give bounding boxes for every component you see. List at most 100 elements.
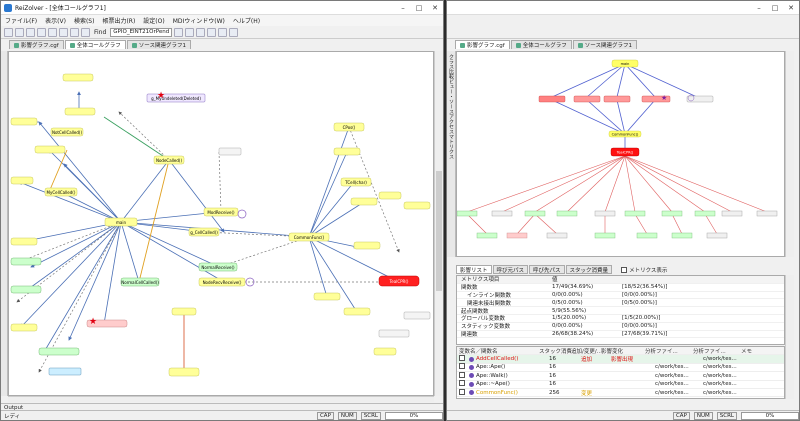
layout-icon[interactable] [229, 27, 239, 37]
scroll-thumb[interactable] [436, 171, 442, 291]
tab-impact-graph[interactable]: 影響グラフ.cgf [9, 40, 64, 49]
close-icon[interactable]: ✕ [427, 4, 443, 12]
function-icon [469, 381, 474, 387]
metrics-checkbox[interactable] [621, 266, 628, 273]
search-icon[interactable] [81, 27, 90, 37]
num-indicator: NUM [693, 411, 713, 420]
doc-tabs: 影響グラフ.cgf 全体コールグラフ ソース関連グラフ1 [1, 39, 443, 49]
row-checkbox[interactable] [459, 380, 465, 387]
table-row[interactable]: AddCellCalled() 16 追加 影響出現 c/work/tes... [457, 355, 784, 364]
open-icon[interactable] [15, 27, 24, 37]
window-title: ReiZolver - [全体コールグラフ1] [15, 5, 106, 12]
close-icon[interactable]: ✕ [783, 4, 799, 12]
node-nrecvmod: NodeRecvReceive() [203, 280, 242, 285]
row-checkbox[interactable] [459, 363, 465, 370]
impact-graph-canvas[interactable]: main CommonFunc() TealCPR() ★ [456, 51, 785, 257]
tab-stack-usage[interactable]: スタック消費量 [565, 265, 613, 274]
impact-graph-svg[interactable]: main CommonFunc() TealCPR() ★ [457, 52, 785, 257]
node-mycalled: MyCellCalled() [47, 190, 76, 195]
node-teal: TealCPR() [616, 151, 634, 155]
node-teal: TealCPR() [389, 279, 409, 284]
main-window: ReiZolver - [全体コールグラフ1] – □ ✕ ファイル(F) 表示… [0, 0, 444, 421]
tab-caller-path[interactable]: 呼び元パス [492, 265, 529, 274]
table-row[interactable]: Ape::~Ape() 16 c/work/tes... c/work/tes.… [457, 380, 784, 389]
scrl-indicator: SCRL [716, 411, 737, 420]
metrics-table: メトリクス項目 値 関数数 17/49(34.69%) [18/52(36.54%)… [456, 275, 785, 345]
menu-help[interactable]: ヘルプ(H) [233, 16, 260, 25]
vertical-scrollbar[interactable] [785, 275, 794, 399]
zoom-icon[interactable] [218, 27, 228, 37]
vertical-scrollbar[interactable] [785, 51, 794, 257]
maximize-icon[interactable]: □ [767, 4, 783, 12]
new-icon[interactable] [4, 27, 13, 37]
progress-indicator: 0% [385, 411, 443, 420]
highlight-icon[interactable] [207, 27, 217, 37]
app-icon [4, 3, 12, 12]
node-mover: ModReceive() [207, 210, 235, 215]
find-prev-icon[interactable] [185, 27, 195, 37]
tab-full-callgraph[interactable]: 全体コールグラフ [510, 40, 572, 49]
status-bar: レディ CAP NUM SCRL 0% [1, 410, 443, 420]
second-window: – □ ✕ 影響グラフ.cgf 全体コールグラフ ソース関連グラフ1 クラス比較… [446, 0, 800, 421]
font-icon[interactable] [196, 27, 206, 37]
node-tcell: TCell(char) [344, 180, 367, 185]
find-input[interactable]: GPIO_EINT21OrPend [110, 27, 173, 37]
side-panel-label[interactable]: クラス比較ビュー・ソースアクセスマトリクス [447, 51, 456, 257]
table-row[interactable]: CommonFunc() 256 変更 c/work/tes... c/work… [457, 388, 784, 398]
row-checkbox[interactable] [459, 371, 465, 378]
window-controls: – □ ✕ [751, 4, 799, 12]
horizontal-scrollbar[interactable] [8, 396, 434, 402]
save-icon[interactable] [26, 27, 35, 37]
node-common: CommonFunc() [294, 235, 325, 240]
menu-window[interactable]: MDIウィンドウ(W) [173, 16, 225, 25]
menu-view[interactable]: 表示(V) [45, 16, 66, 25]
call-graph-canvas[interactable]: main CommonFunc() TealCPR() NodeCalled()… [8, 51, 434, 396]
node-main: main [621, 62, 630, 66]
bottom-tabs: 影響リスト 呼び元パス 呼び先パス スタック消費量 メトリクス表示 [456, 265, 667, 274]
menu-bar [447, 15, 799, 26]
num-indicator: NUM [337, 411, 357, 420]
metrics-toggle[interactable]: メトリクス表示 [621, 266, 667, 274]
tab-source-graph[interactable]: ソース関連グラフ1 [126, 40, 191, 49]
node-normalcalled: NormalCellCalled() [121, 280, 159, 285]
function-icon [469, 356, 474, 362]
find-next-icon[interactable] [174, 27, 184, 37]
paste-icon[interactable] [59, 27, 68, 37]
print-icon[interactable] [70, 27, 79, 37]
function-icon [469, 390, 474, 396]
tab-full-callgraph[interactable]: 全体コールグラフ [64, 40, 126, 49]
graph-icon [131, 42, 137, 48]
minimize-icon[interactable]: – [751, 4, 767, 12]
node-cpos: CPos() [343, 125, 356, 130]
tab-impact-list[interactable]: 影響リスト [456, 265, 492, 274]
menu-search[interactable]: 検索(S) [74, 16, 95, 25]
vertical-scrollbar[interactable] [434, 51, 443, 396]
metrics-row[interactable]: 関連数 26/68(38.24%) [27/68(39.71%)] [457, 331, 784, 339]
table-row[interactable]: Ape::Ape() 16 c/work/tes... c/work/tes..… [457, 363, 784, 373]
tab-impact-graph[interactable]: 影響グラフ.cgf [455, 40, 510, 49]
loop-icon [237, 209, 247, 219]
node-nodecalled: NodeCalled() [156, 158, 182, 163]
menu-bar: ファイル(F) 表示(V) 検索(S) 帳票出力(R) 設定(O) MDIウィン… [1, 15, 443, 26]
row-checkbox[interactable] [459, 388, 465, 395]
maximize-icon[interactable]: □ [411, 4, 427, 12]
cut-icon[interactable] [37, 27, 46, 37]
graph-icon [577, 42, 583, 48]
function-icon [469, 364, 474, 370]
node-main: main [116, 220, 126, 225]
star-marker-icon: ★ [89, 317, 97, 327]
minimize-icon[interactable]: – [395, 4, 411, 12]
graph-icon [515, 42, 521, 48]
copy-icon[interactable] [48, 27, 57, 37]
row-checkbox[interactable] [459, 355, 465, 362]
menu-file[interactable]: ファイル(F) [5, 16, 37, 25]
find-label: Find [94, 28, 107, 36]
table-row[interactable]: Ape::Walk() 16 c/work/tes... c/work/tes.… [457, 371, 784, 381]
tab-source-graph[interactable]: ソース関連グラフ1 [572, 40, 637, 49]
menu-settings[interactable]: 設定(O) [143, 16, 164, 25]
call-graph-svg[interactable]: main CommonFunc() TealCPR() NodeCalled()… [9, 52, 434, 396]
status-text: レディ [4, 413, 21, 420]
tab-callee-path[interactable]: 呼び先パス [529, 265, 565, 274]
node-notcalled: NotCellCalled() [52, 130, 83, 135]
menu-report[interactable]: 帳票出力(R) [102, 16, 135, 25]
